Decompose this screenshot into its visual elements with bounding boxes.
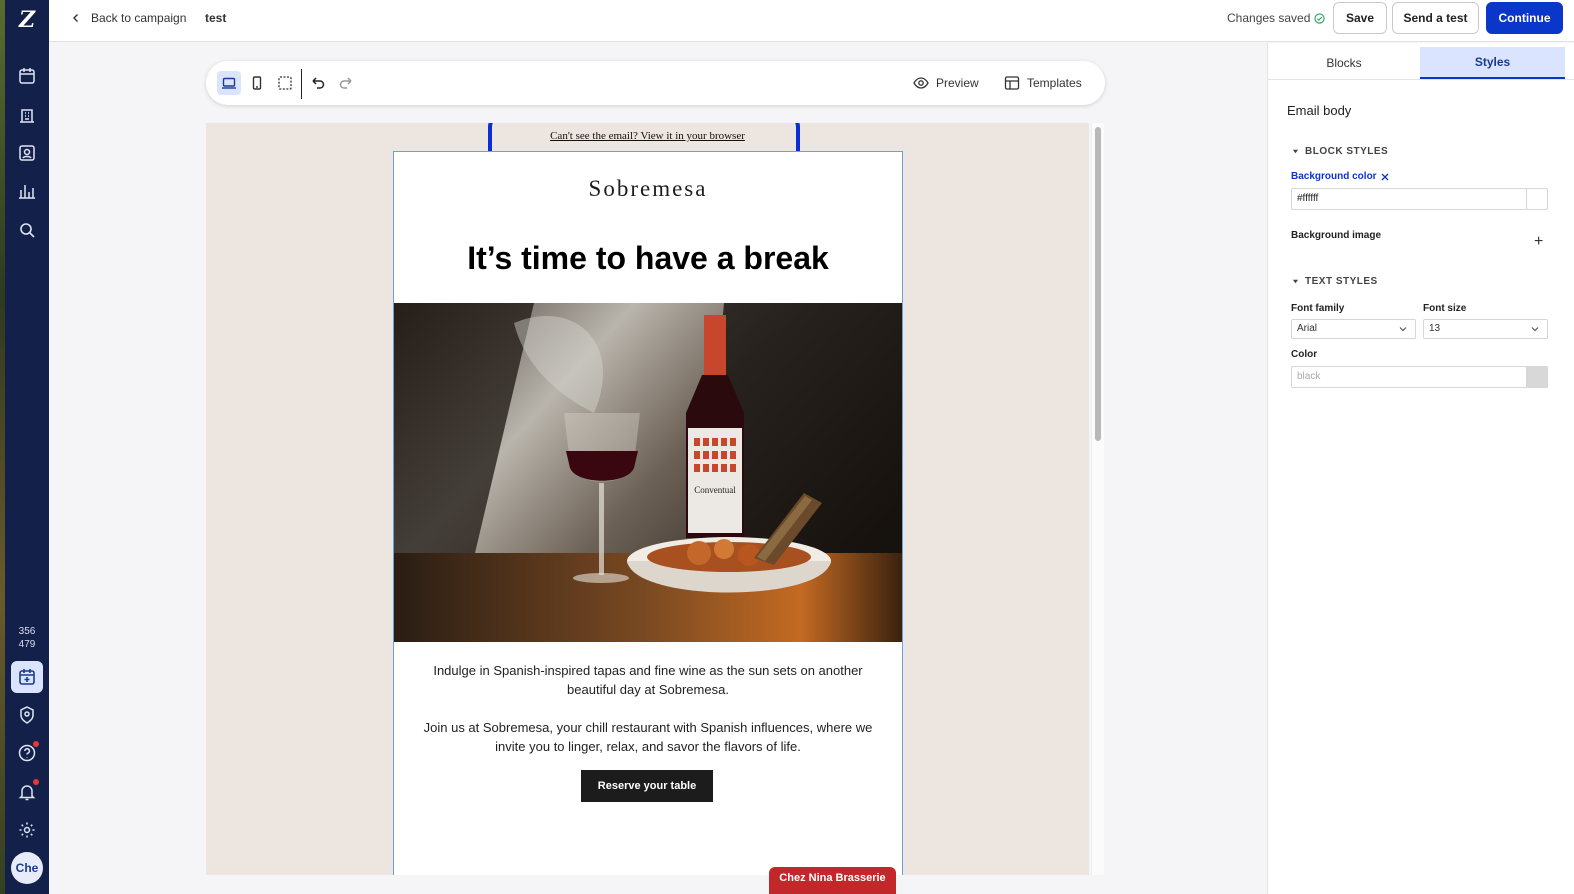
font-family-label: Font family [1291, 303, 1345, 314]
calendar-plus-icon[interactable] [17, 667, 37, 687]
add-background-image-icon[interactable]: + [1534, 233, 1543, 251]
hero-image[interactable]: Conventual [394, 303, 902, 642]
search-icon[interactable] [17, 220, 37, 240]
email-body[interactable]: Sobremesa It’s time to have a break Conv… [393, 151, 903, 875]
document-name: test [205, 11, 227, 25]
templates-icon [1004, 76, 1020, 90]
templates-label: Templates [1027, 76, 1082, 90]
block-styles-toggle[interactable]: BLOCK STYLES [1292, 146, 1388, 157]
back-link-label: Back to campaign [91, 11, 187, 25]
send-test-button[interactable]: Send a test [1392, 2, 1479, 34]
continue-button[interactable]: Continue [1486, 2, 1563, 34]
gear-icon[interactable] [17, 820, 37, 840]
chart-icon[interactable] [17, 181, 37, 201]
text-styles-heading: TEXT STYLES [1305, 276, 1378, 287]
font-size-label: Font size [1423, 303, 1467, 314]
chevron-down-icon [1399, 327, 1407, 332]
font-family-select[interactable]: Arial [1291, 319, 1416, 339]
background-color-label-text: Background color [1291, 171, 1377, 182]
caret-down-icon [1292, 149, 1299, 154]
text-color-swatch[interactable] [1526, 366, 1548, 388]
notification-badge [33, 779, 39, 785]
font-size-value: 13 [1429, 323, 1441, 334]
tab-styles[interactable]: Styles [1420, 47, 1565, 79]
chevron-left-icon [73, 14, 78, 22]
save-status-label: Changes saved [1227, 11, 1311, 25]
brand-name: Sobremesa [588, 176, 708, 201]
styles-panel: Blocks Styles Email body BLOCK STYLES Ba… [1267, 43, 1574, 894]
preview-button[interactable]: Preview [913, 75, 979, 91]
bell-icon[interactable] [17, 782, 37, 802]
scrollbar-thumb[interactable] [1095, 127, 1101, 441]
contacts-icon[interactable] [17, 143, 37, 163]
shield-icon[interactable] [17, 705, 37, 725]
email-headline[interactable]: It’s time to have a break [394, 240, 902, 277]
clear-icon[interactable] [1381, 173, 1389, 181]
redo-icon[interactable] [334, 71, 358, 95]
color-label: Color [1291, 349, 1318, 360]
calendar-icon[interactable] [17, 66, 37, 86]
editor-toolbar: Preview Templates [206, 61, 1105, 105]
save-button[interactable]: Save [1333, 2, 1387, 34]
background-color-label: Background color [1291, 171, 1389, 182]
chevron-down-icon [1531, 327, 1539, 332]
text-color-input[interactable]: black [1291, 366, 1527, 388]
email-canvas: Can't see the email? View it in your bro… [206, 123, 1089, 875]
reserve-table-button[interactable]: Reserve your table [581, 770, 713, 802]
tab-blocks[interactable]: Blocks [1276, 47, 1412, 79]
save-status: Changes saved [1227, 11, 1326, 25]
preview-label: Preview [936, 76, 979, 90]
undo-icon[interactable] [306, 71, 330, 95]
toolbar-divider [301, 69, 302, 99]
eye-icon [913, 77, 929, 89]
check-circle-icon [1314, 12, 1326, 24]
usage-count-bottom: 479 [18, 639, 36, 650]
background-color-input[interactable]: #ffffff [1291, 188, 1527, 210]
help-badge [33, 741, 39, 747]
app-logo[interactable]: Z [15, 8, 39, 32]
text-styles-toggle[interactable]: TEXT STYLES [1292, 276, 1378, 287]
invite-paragraph[interactable]: Join us at Sobremesa, your chill restaur… [408, 718, 888, 756]
top-bar: Back to campaign test Changes saved Save… [49, 0, 1574, 42]
block-styles-heading: BLOCK STYLES [1305, 146, 1389, 157]
templates-button[interactable]: Templates [1004, 75, 1082, 91]
caret-down-icon [1292, 279, 1299, 284]
desktop-icon[interactable] [217, 71, 241, 95]
bottle-label: Conventual [694, 485, 736, 495]
background-color-swatch[interactable] [1526, 188, 1548, 210]
mobile-icon[interactable] [245, 71, 269, 95]
avatar[interactable]: Che [11, 852, 43, 884]
canvas-scrollbar[interactable] [1091, 123, 1104, 875]
sidebar: Z 356 479 Che [5, 0, 49, 894]
account-chip[interactable]: Chez Nina Brasserie [769, 867, 896, 894]
panel-title: Email body [1287, 103, 1352, 118]
select-frame-icon[interactable] [273, 71, 297, 95]
back-to-campaign-link[interactable]: Back to campaign [71, 11, 186, 25]
font-size-select[interactable]: 13 [1423, 319, 1548, 339]
building-icon[interactable] [17, 105, 37, 125]
background-image-label: Background image [1291, 230, 1382, 241]
usage-count-top: 356 [18, 626, 36, 637]
font-family-value: Arial [1297, 323, 1318, 334]
tabs-divider [1268, 79, 1574, 80]
intro-paragraph[interactable]: Indulge in Spanish-inspired tapas and fi… [408, 661, 888, 699]
